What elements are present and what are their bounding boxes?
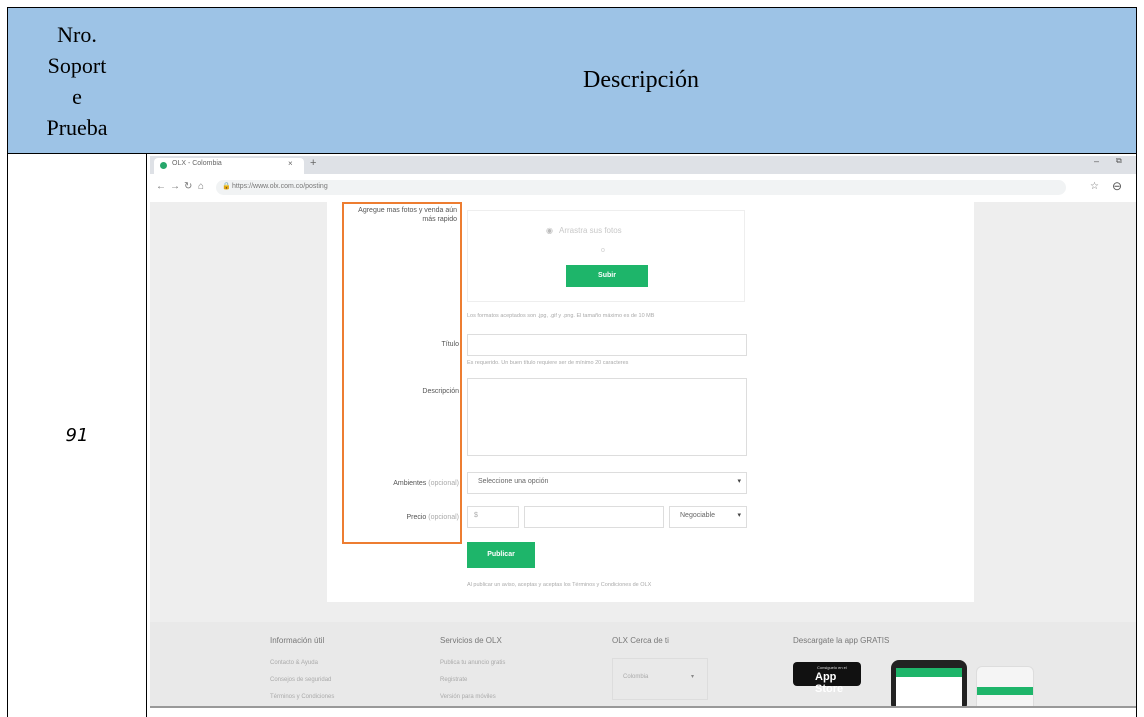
photo-dropzone[interactable]: ◉ Arrastra sus fotos o Subir xyxy=(467,210,745,302)
camera-icon: ◉ xyxy=(546,226,553,235)
currency-input[interactable]: $ xyxy=(467,506,519,528)
new-tab-icon[interactable]: + xyxy=(310,157,316,169)
country-select[interactable]: Colombia ▾ xyxy=(612,658,708,700)
footer-link[interactable]: Consejos de seguridad xyxy=(270,677,331,683)
footer-link[interactable]: Registrate xyxy=(440,677,467,683)
photo-hint: Los formatos aceptados son .jpg, .gif y … xyxy=(467,313,655,319)
profile-icon[interactable]: ⊖ xyxy=(1112,179,1122,193)
header-description-cell: Descripción xyxy=(146,7,1137,154)
browser-tab[interactable]: OLX - Colombia × xyxy=(154,158,304,174)
header-number-cell: Nro. Soport e Prueba xyxy=(7,7,147,154)
address-bar: ← → ↻ ⌂ 🔒 https://www.olx.com.co/posting… xyxy=(150,174,1136,202)
site-footer: Información útil Contacto & Ayuda Consej… xyxy=(150,622,1136,706)
table-right-border xyxy=(1136,153,1137,717)
app-store-text: App Store xyxy=(815,671,844,695)
price-input[interactable] xyxy=(524,506,664,528)
footer-col1-title: Información útil xyxy=(270,636,325,645)
header-number-line: Prueba xyxy=(46,114,108,140)
lock-icon: 🔒 xyxy=(222,183,231,190)
tab-bar: OLX - Colombia × + – ⧉ xyxy=(150,156,1136,174)
dropdown-arrow-icon: ▾ xyxy=(737,512,741,519)
phone-image xyxy=(976,666,1034,706)
negotiable-select[interactable]: Negociable ▾ xyxy=(669,506,747,528)
footer-col2-title: Servicios de OLX xyxy=(440,636,502,645)
reload-icon[interactable]: ↻ xyxy=(184,181,192,192)
olx-favicon-icon xyxy=(160,162,167,169)
row-number: 91 xyxy=(65,424,89,446)
title-hint: Es requerido. Un buen título requiere se… xyxy=(467,360,629,366)
highlight-box xyxy=(342,202,462,544)
bookmark-star-icon[interactable]: ☆ xyxy=(1090,181,1099,192)
phone-image xyxy=(891,660,967,706)
dropdown-arrow-icon: ▾ xyxy=(691,674,695,680)
app-store-badge[interactable]: Consiguelo en el App Store xyxy=(793,662,861,695)
back-icon[interactable]: ← xyxy=(156,181,166,192)
header-number-line: e xyxy=(72,83,82,109)
title-input[interactable] xyxy=(467,334,747,356)
footer-col3-title: OLX Cerca de ti xyxy=(612,636,669,645)
tab-close-icon[interactable]: × xyxy=(288,159,293,168)
posting-form: Agregue mas fotos y venda aún más rapido… xyxy=(327,202,974,602)
ambientes-select[interactable]: Seleccione una opción ▾ xyxy=(467,472,747,494)
upload-button[interactable]: Subir xyxy=(566,265,648,287)
description-textarea[interactable] xyxy=(467,378,747,456)
publish-button[interactable]: Publicar xyxy=(467,542,535,568)
tab-title: OLX - Colombia xyxy=(172,160,222,167)
footer-link[interactable]: Publica tu anuncio gratis xyxy=(440,660,505,666)
header-description: Descripción xyxy=(583,67,699,93)
dropdown-arrow-icon: ▾ xyxy=(737,478,741,485)
home-icon[interactable]: ⌂ xyxy=(198,181,204,192)
url-text: https://www.olx.com.co/posting xyxy=(232,183,328,190)
photo-placeholder: ◉ Arrastra sus fotos xyxy=(546,226,622,235)
forward-icon[interactable]: → xyxy=(170,181,180,192)
currency-symbol: $ xyxy=(474,512,478,519)
footer-col4-title: Descargate la app GRATIS xyxy=(793,636,890,645)
ambientes-select-value: Seleccione una opción xyxy=(478,478,549,485)
header-number-line: Nro. xyxy=(57,21,97,47)
country-select-value: Colombia xyxy=(623,674,649,680)
app-store-small-text: Consiguelo en el xyxy=(817,665,847,670)
restore-icon[interactable]: ⧉ xyxy=(1116,156,1122,166)
terms-text: Al publicar un aviso, aceptas y aceptas … xyxy=(467,582,652,588)
footer-link[interactable]: Términos y Condiciones xyxy=(270,694,334,700)
negotiable-value: Negociable xyxy=(680,512,716,519)
photo-or: o xyxy=(601,247,605,254)
footer-link[interactable]: Versión para móviles xyxy=(440,694,496,700)
header-number-line: Soport xyxy=(47,52,107,78)
footer-link[interactable]: Contacto & Ayuda xyxy=(270,660,318,666)
browser-screenshot: OLX - Colombia × + – ⧉ ← → ↻ ⌂ 🔒 https:/… xyxy=(150,156,1136,708)
minimize-icon[interactable]: – xyxy=(1094,156,1099,166)
url-field[interactable]: 🔒 https://www.olx.com.co/posting xyxy=(216,180,1066,195)
row-number-cell: 91 xyxy=(7,153,147,717)
